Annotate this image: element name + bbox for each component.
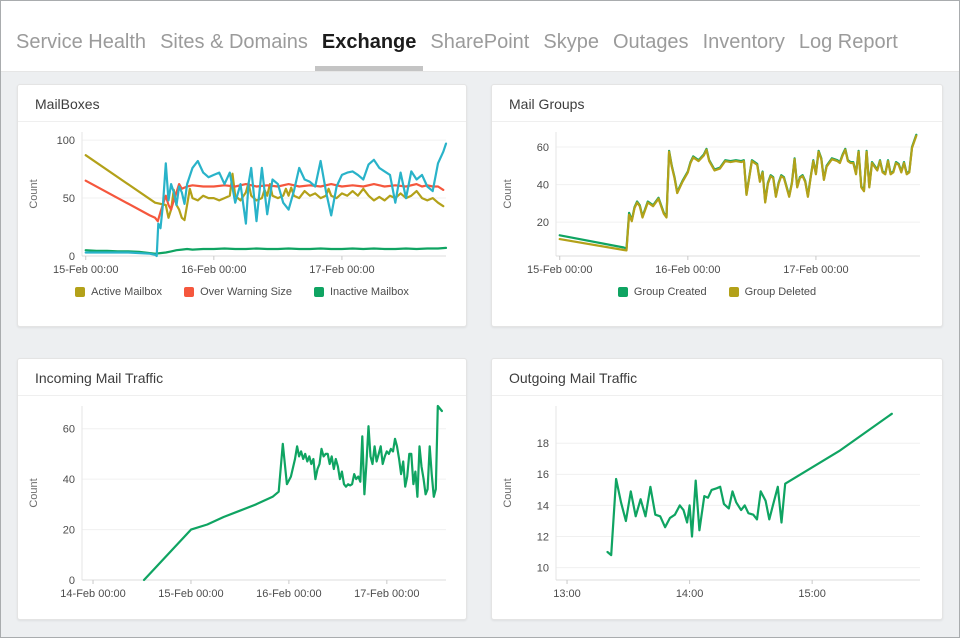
group-deleted-line [560,136,917,251]
y-tick-label: 10 [537,562,549,574]
legend-swatch [75,287,85,297]
y-tick-label: 0 [69,251,75,263]
mail-groups-chart: 20 40 60 15-Feb 00:00 16-Feb 00:00 17-Feb 00:… [492,122,942,284]
x-tick-label: 16-Feb 00:00 [256,588,321,600]
panel-title: Incoming Mail Traffic [18,359,466,396]
y-axis-title: Count [28,179,40,208]
panel-title: Outgoing Mail Traffic [492,359,942,396]
mail-groups-legend: Group Created Group Deleted [492,286,942,298]
mailboxes-chart-svg: 0 50 100 15-Feb 00:00 16-Feb 00:00 17-Feb 00:… [24,126,458,284]
legend-swatch [184,287,194,297]
x-tick-label: 16-Feb 00:00 [181,264,246,276]
y-tick-label: 40 [537,179,549,191]
x-tick-label: 14:00 [676,588,704,600]
y-tick-label: 20 [537,217,549,229]
y-tick-label: 60 [537,142,549,154]
incoming-mail-traffic-chart: 0 20 40 60 14-Feb 00:00 15-Feb 00:00 16-Feb 00… [18,396,466,608]
incoming-line [144,406,442,580]
y-axis-title: Count [28,478,40,507]
dashboard-grid: MailBoxes 05010015-Feb 00:0016-Feb 00:00… [1,72,959,620]
mail-groups-chart-svg: 20 40 60 15-Feb 00:00 16-Feb 00:00 17-Feb 00:… [498,126,932,284]
legend-label: Inactive Mailbox [330,286,409,298]
panel-title: MailBoxes [18,85,466,122]
y-tick-label: 20 [63,524,75,536]
tab-log-report[interactable]: Log Report [792,31,905,71]
panel-mailboxes: MailBoxes 0 50 100 15-Feb 00:00 16-Feb 00:00… [17,84,467,327]
y-tick-label: 50 [63,193,75,205]
shared-line [86,144,446,256]
x-tick-label: 13:00 [553,588,581,600]
legend-item-inactive-mailbox[interactable]: Inactive Mailbox [314,286,409,298]
x-tick-label: 15-Feb 00:00 [527,264,592,276]
x-tick-label: 17-Feb 00:00 [309,264,374,276]
mailboxes-chart: 0 50 100 15-Feb 00:00 16-Feb 00:00 17-Feb 00:… [18,122,466,284]
y-tick-label: 14 [537,500,549,512]
panel-outgoing-mail-traffic: Outgoing Mail Traffic 10 12 14 16 18 13:00 14:… [491,358,943,620]
y-tick-label: 18 [537,438,549,450]
y-tick-label: 100 [57,135,75,147]
x-tick-label: 17-Feb 00:00 [783,264,848,276]
legend-swatch [314,287,324,297]
legend-item-active-mailbox[interactable]: Active Mailbox [75,286,162,298]
legend-label: Group Created [634,286,707,298]
panel-title: Mail Groups [492,85,942,122]
y-axis-title: Count [502,179,514,208]
x-tick-label: 15:00 [798,588,826,600]
tab-sharepoint[interactable]: SharePoint [423,31,536,71]
legend-item-group-created[interactable]: Group Created [618,286,707,298]
tab-skype[interactable]: Skype [536,31,606,71]
legend-swatch [618,287,628,297]
y-axis-title: Count [502,478,514,507]
panel-incoming-mail-traffic: Incoming Mail Traffic 0 20 40 60 14-Feb 00:0… [17,358,467,620]
legend-item-over-warning-size[interactable]: Over Warning Size [184,286,292,298]
y-tick-label: 60 [63,424,75,436]
tab-service-health[interactable]: Service Health [9,31,153,71]
legend-label: Over Warning Size [200,286,292,298]
x-tick-label: 14-Feb 00:00 [60,588,125,600]
y-tick-label: 16 [537,469,549,481]
app-window: Service HealthSites & DomainsExchangeSha… [0,0,960,638]
x-tick-label: 15-Feb 00:00 [158,588,223,600]
mailboxes-legend: Active Mailbox Over Warning Size Inactive … [18,286,466,298]
legend-label: Group Deleted [745,286,817,298]
y-tick-label: 40 [63,474,75,486]
y-tick-label: 12 [537,531,549,543]
group-created-line [560,135,917,249]
outgoing-mail-traffic-chart-svg: 10 12 14 16 18 13:00 14:00 15:00 Count [498,400,932,608]
legend-item-group-deleted[interactable]: Group Deleted [729,286,817,298]
tab-sites-domains[interactable]: Sites & Domains [153,31,315,71]
outgoing-line [608,414,892,555]
tab-outages[interactable]: Outages [606,31,696,71]
tab-inventory[interactable]: Inventory [696,31,792,71]
panel-mail-groups: Mail Groups 20 40 60 15-Feb 00:00 16-Feb 00:… [491,84,943,327]
tab-exchange[interactable]: Exchange [315,31,423,71]
legend-swatch [729,287,739,297]
x-tick-label: 15-Feb 00:00 [53,264,118,276]
top-tab-bar: Service HealthSites & DomainsExchangeSha… [1,1,959,72]
legend-label: Active Mailbox [91,286,162,298]
x-tick-label: 17-Feb 00:00 [354,588,419,600]
outgoing-mail-traffic-chart: 10 12 14 16 18 13:00 14:00 15:00 Count [492,396,942,608]
x-tick-label: 16-Feb 00:00 [655,264,720,276]
incoming-mail-traffic-chart-svg: 0 20 40 60 14-Feb 00:00 15-Feb 00:00 16-Feb 00… [24,400,458,608]
y-tick-label: 0 [69,575,75,587]
